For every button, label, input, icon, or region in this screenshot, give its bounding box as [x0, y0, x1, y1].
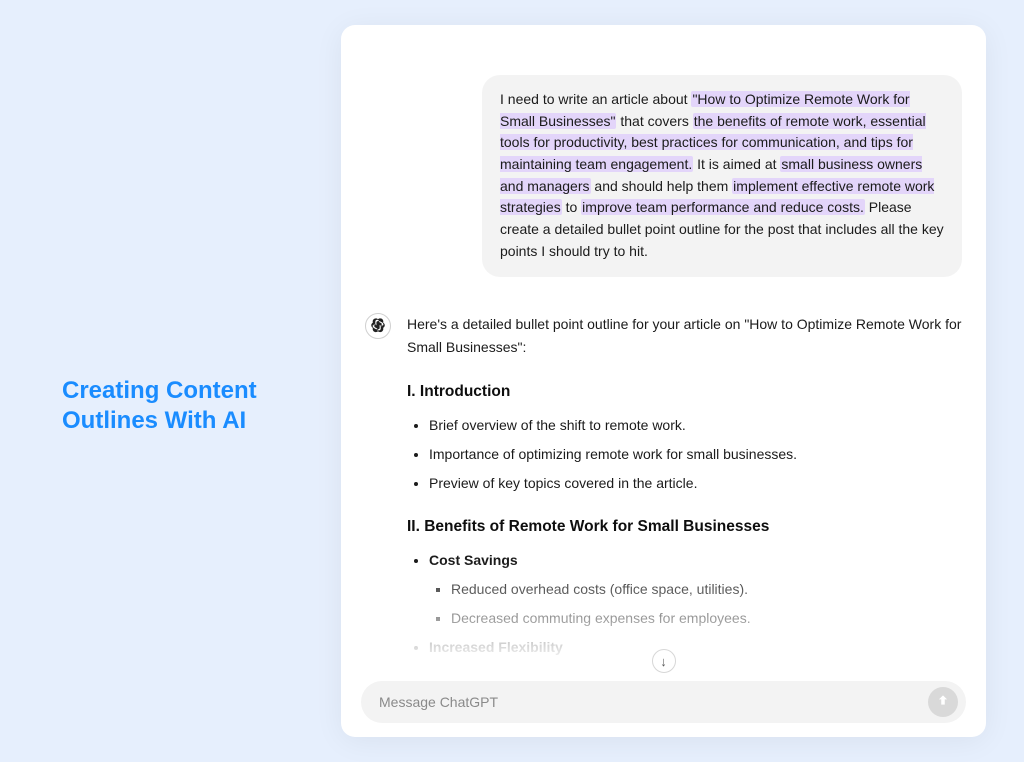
arrow-up-icon [936, 693, 950, 712]
outline-subitem: Decreased commuting expenses for employe… [451, 607, 962, 630]
outline-section-heading: I. Introduction [407, 379, 962, 405]
outline-item-label: Brief overview of the shift to remote wo… [429, 417, 686, 433]
outline-item: Increased Flexibility Adaptable work hour… [429, 636, 962, 682]
assistant-avatar-icon [365, 313, 391, 339]
assistant-message-body: Here's a detailed bullet point outline f… [407, 313, 962, 683]
plain-text: and should help them [591, 178, 733, 194]
arrow-down-icon: ↓ [660, 654, 667, 669]
outline-item: Preview of key topics covered in the art… [429, 472, 962, 495]
outline-sublist: Reduced overhead costs (office space, ut… [429, 578, 962, 630]
outline-sublist: Adaptable work hours leading to better w… [429, 665, 962, 682]
outline-subitem: Reduced overhead costs (office space, ut… [451, 578, 962, 601]
outline-item: Brief overview of the shift to remote wo… [429, 414, 962, 437]
assistant-intro-text: Here's a detailed bullet point outline f… [407, 313, 962, 359]
message-composer [361, 681, 966, 723]
outline-item-label: Importance of optimizing remote work for… [429, 446, 797, 462]
plain-text: It is aimed at [693, 156, 780, 172]
plain-text: to [562, 199, 581, 215]
outline-list: Brief overview of the shift to remote wo… [407, 414, 962, 495]
chat-scroll-area[interactable]: I need to write an article about "How to… [341, 45, 986, 682]
outline-list: Cost Savings Reduced overhead costs (offi… [407, 549, 962, 682]
plain-text: that covers [616, 113, 692, 129]
plain-text: I need to write an article about [500, 91, 691, 107]
outline-item: Importance of optimizing remote work for… [429, 443, 962, 466]
outline-item-label: Preview of key topics covered in the art… [429, 475, 697, 491]
send-button[interactable] [928, 687, 958, 717]
page-title: Creating Content Outlines With AI [62, 376, 302, 436]
outline-item: Cost Savings Reduced overhead costs (offi… [429, 549, 962, 630]
outline-section-heading: II. Benefits of Remote Work for Small Bu… [407, 514, 962, 540]
message-input[interactable] [379, 694, 928, 710]
user-message-bubble: I need to write an article about "How to… [482, 75, 962, 277]
outline-item-label: Cost Savings [429, 552, 518, 568]
scroll-to-bottom-button[interactable]: ↓ [652, 649, 676, 673]
outline-item-label: Increased Flexibility [429, 639, 563, 655]
highlighted-text: improve team performance and reduce cost… [581, 199, 865, 215]
chat-window: I need to write an article about "How to… [341, 25, 986, 737]
outline-subitem: Adaptable work hours leading to better w… [451, 665, 962, 682]
assistant-message: Here's a detailed bullet point outline f… [365, 313, 962, 683]
